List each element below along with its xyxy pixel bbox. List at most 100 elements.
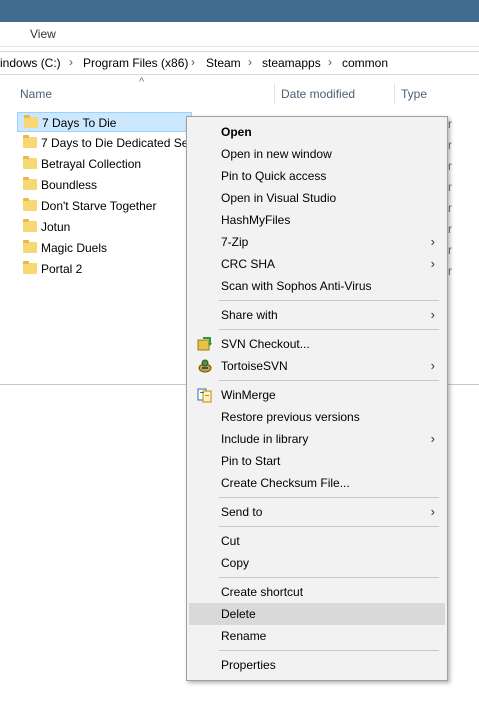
column-headers: Name Date modified Type <box>0 83 479 105</box>
menu-item-send-to[interactable]: Send to › <box>189 501 445 523</box>
breadcrumb-chevron-icon[interactable]: › <box>69 55 73 69</box>
menu-item-rename[interactable]: Rename <box>189 625 445 647</box>
file-row-betrayal-collection[interactable]: Betrayal Collection <box>17 154 187 174</box>
menu-item-include-in-library[interactable]: Include in library › <box>189 428 445 450</box>
ribbon: View <box>0 22 479 47</box>
winmerge-icon <box>197 387 213 403</box>
menu-item-svn-checkout[interactable]: SVN Checkout... <box>189 333 445 355</box>
menu-item-tortoisesvn[interactable]: TortoiseSVN › <box>189 355 445 377</box>
column-header-type[interactable]: Type <box>401 87 427 101</box>
file-row-portal-2[interactable]: Portal 2 <box>17 259 187 279</box>
menu-item-pin-quick-access[interactable]: Pin to Quick access <box>189 165 445 187</box>
menu-item-delete[interactable]: Delete <box>189 603 445 625</box>
menu-separator <box>219 497 439 498</box>
submenu-arrow-icon: › <box>430 431 435 446</box>
menu-item-properties[interactable]: Properties <box>189 654 445 676</box>
address-bar[interactable]: indows (C:) › Program Files (x86) › Stea… <box>0 51 479 75</box>
menu-item-share-with[interactable]: Share with › <box>189 304 445 326</box>
breadcrumb-drive[interactable]: indows (C:) <box>0 56 61 70</box>
menu-item-label: Restore previous versions <box>221 410 360 424</box>
submenu-arrow-icon: › <box>430 504 435 519</box>
tab-view[interactable]: View <box>30 27 56 41</box>
folder-icon <box>23 156 37 169</box>
menu-item-label: 7-Zip <box>221 235 249 249</box>
menu-item-label: TortoiseSVN <box>221 359 288 373</box>
breadcrumb-chevron-icon[interactable]: › <box>248 55 252 69</box>
menu-item-hashmyfiles[interactable]: HashMyFiles <box>189 209 445 231</box>
menu-item-label: Create Checksum File... <box>221 476 350 490</box>
menu-item-crc-sha[interactable]: CRC SHA › <box>189 253 445 275</box>
menu-item-scan-sophos[interactable]: Scan with Sophos Anti-Virus <box>189 275 445 297</box>
menu-separator <box>219 650 439 651</box>
menu-item-label: Properties <box>221 658 276 672</box>
menu-item-open-new-window[interactable]: Open in new window <box>189 143 445 165</box>
menu-item-label: Open in new window <box>221 147 332 161</box>
submenu-arrow-icon: › <box>430 358 435 373</box>
file-row-7-days-to-die-dedicated[interactable]: 7 Days to Die Dedicated Serv <box>17 133 198 153</box>
file-name: Jotun <box>41 220 71 234</box>
menu-item-winmerge[interactable]: WinMerge <box>189 384 445 406</box>
menu-item-label: Open <box>221 125 252 139</box>
file-row-magic-duels[interactable]: Magic Duels <box>17 238 187 258</box>
folder-icon <box>23 177 37 190</box>
column-header-name[interactable]: Name <box>20 87 52 101</box>
file-name: Don't Starve Together <box>41 199 157 213</box>
folder-icon <box>23 240 37 253</box>
menu-separator <box>219 577 439 578</box>
menu-item-label: Include in library <box>221 432 309 446</box>
breadcrumb-program-files[interactable]: Program Files (x86) <box>83 56 188 70</box>
menu-item-pin-to-start[interactable]: Pin to Start <box>189 450 445 472</box>
file-type-clipped: r <box>448 243 452 257</box>
menu-item-7zip[interactable]: 7-Zip › <box>189 231 445 253</box>
folder-icon <box>23 219 37 232</box>
file-type-clipped: r <box>448 201 452 215</box>
file-type-clipped: r <box>448 159 452 173</box>
menu-item-label: SVN Checkout... <box>221 337 310 351</box>
menu-separator <box>219 329 439 330</box>
column-divider[interactable] <box>394 83 395 105</box>
menu-item-label: Pin to Start <box>221 454 281 468</box>
column-divider[interactable] <box>274 83 275 105</box>
submenu-arrow-icon: › <box>430 256 435 271</box>
breadcrumb-steam[interactable]: Steam <box>206 56 241 70</box>
breadcrumb-chevron-icon[interactable]: › <box>191 55 195 69</box>
menu-item-copy[interactable]: Copy <box>189 552 445 574</box>
file-type-clipped: r <box>448 138 452 152</box>
folder-icon <box>24 115 38 128</box>
file-row-dont-starve-together[interactable]: Don't Starve Together <box>17 196 187 216</box>
menu-item-restore-previous-versions[interactable]: Restore previous versions <box>189 406 445 428</box>
menu-separator <box>219 526 439 527</box>
menu-item-open[interactable]: Open <box>189 121 445 143</box>
menu-item-label: Copy <box>221 556 250 570</box>
file-type-clipped: r <box>448 222 452 236</box>
menu-item-label: Cut <box>221 534 240 548</box>
file-name: 7 Days To Die <box>42 116 117 130</box>
menu-item-create-shortcut[interactable]: Create shortcut <box>189 581 445 603</box>
menu-separator <box>219 380 439 381</box>
menu-item-label: HashMyFiles <box>221 213 291 227</box>
menu-item-label: WinMerge <box>221 388 276 402</box>
folder-icon <box>23 135 37 148</box>
menu-item-label: Rename <box>221 629 267 643</box>
file-row-7-days-to-die[interactable]: 7 Days To Die <box>17 112 192 132</box>
menu-item-label: Delete <box>221 607 256 621</box>
file-name: Portal 2 <box>41 262 83 276</box>
menu-item-create-checksum[interactable]: Create Checksum File... <box>189 472 445 494</box>
file-row-jotun[interactable]: Jotun <box>17 217 187 237</box>
breadcrumb-steamapps[interactable]: steamapps <box>262 56 321 70</box>
breadcrumb-common[interactable]: common <box>342 56 388 70</box>
column-header-date-modified[interactable]: Date modified <box>281 87 355 101</box>
menu-item-label: Send to <box>221 505 263 519</box>
menu-item-cut[interactable]: Cut <box>189 530 445 552</box>
menu-item-open-visual-studio[interactable]: Open in Visual Studio <box>189 187 445 209</box>
breadcrumb-chevron-icon[interactable]: › <box>328 55 332 69</box>
file-name: Betrayal Collection <box>41 157 142 171</box>
svn-checkout-icon <box>197 336 213 352</box>
file-type-clipped: r <box>448 180 452 194</box>
menu-separator <box>219 300 439 301</box>
submenu-arrow-icon: › <box>430 234 435 249</box>
tortoisesvn-icon <box>197 358 213 374</box>
file-row-boundless[interactable]: Boundless <box>17 175 187 195</box>
file-name: Boundless <box>41 178 98 192</box>
menu-item-label: CRC SHA <box>221 257 276 271</box>
